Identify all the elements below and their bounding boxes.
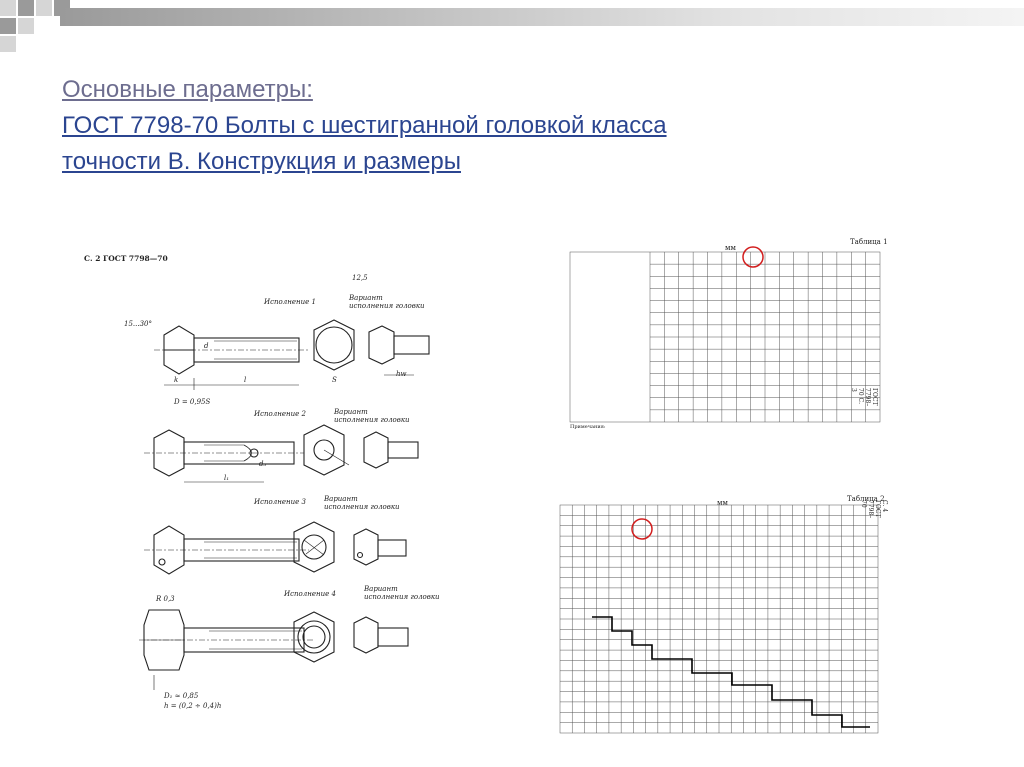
bolt-drawing: С. 2 ГОСТ 7798—70 Исполнение 1 Вариант и… xyxy=(84,250,444,725)
table-1-scan: Таблица 1 мм Примечания: ГОСТ 7798–70 С.… xyxy=(560,238,890,443)
var-head-1-label: Вариант исполнения головки xyxy=(349,294,425,310)
title-line-2: ГОСТ 7798-70 Болты с шестигранной головк… xyxy=(62,112,667,139)
angle-label: 15...30° xyxy=(124,320,152,328)
dim-k: k xyxy=(174,376,179,384)
var-head-4-label: Вариант исполнения головки xyxy=(364,585,440,601)
dim-l: l xyxy=(244,376,247,384)
r-label: R 0,3 xyxy=(156,595,175,603)
table-1-side-text: ГОСТ 7798–70 С. 3 xyxy=(850,388,878,407)
bolt-isp3 xyxy=(144,521,407,575)
rough-label: 12,5 xyxy=(352,274,368,282)
isp4-label: Исполнение 4 xyxy=(284,590,336,598)
isp1-label: Исполнение 1 xyxy=(264,298,316,306)
title-line-3: точности В. Конструкция и размеры xyxy=(62,148,461,175)
bolt-isp1 xyxy=(154,319,430,390)
dim-d3: d₃ xyxy=(259,460,267,468)
bolt-isp2 xyxy=(144,424,419,483)
dim-d: d xyxy=(204,342,209,350)
dim-s: S xyxy=(332,376,337,384)
formula-1: D = 0,95S xyxy=(174,398,211,406)
slide-title: Основные параметры: ГОСТ 7798-70 Болты с… xyxy=(62,72,962,180)
isp2-label: Исполнение 2 xyxy=(254,410,306,418)
dim-l1: l₁ xyxy=(224,474,230,482)
header-gradient-bar xyxy=(60,8,1024,26)
dim-hw: hw xyxy=(396,370,407,378)
table-2-scan: Таблица 2 мм С. 4 ГОСТ 7798–70 xyxy=(552,495,888,737)
title-line-1: Основные параметры: xyxy=(62,76,313,103)
bolt-isp4 xyxy=(139,609,409,690)
table-1-notes: Примечания: xyxy=(570,424,606,430)
formula-2: D₁ ≈ 0,85 xyxy=(164,692,199,700)
isp3-label: Исполнение 3 xyxy=(254,498,306,506)
var-head-2-label: Вариант исполнения головки xyxy=(334,408,410,424)
table-2-side-text: С. 4 ГОСТ 7798–70 xyxy=(860,500,888,519)
formula-3: h = (0,2 ÷ 0,4)h xyxy=(164,702,222,710)
table-2-grid xyxy=(559,504,879,734)
var-head-3-label: Вариант исполнения головки xyxy=(324,495,400,511)
table-1-grid xyxy=(569,246,881,423)
